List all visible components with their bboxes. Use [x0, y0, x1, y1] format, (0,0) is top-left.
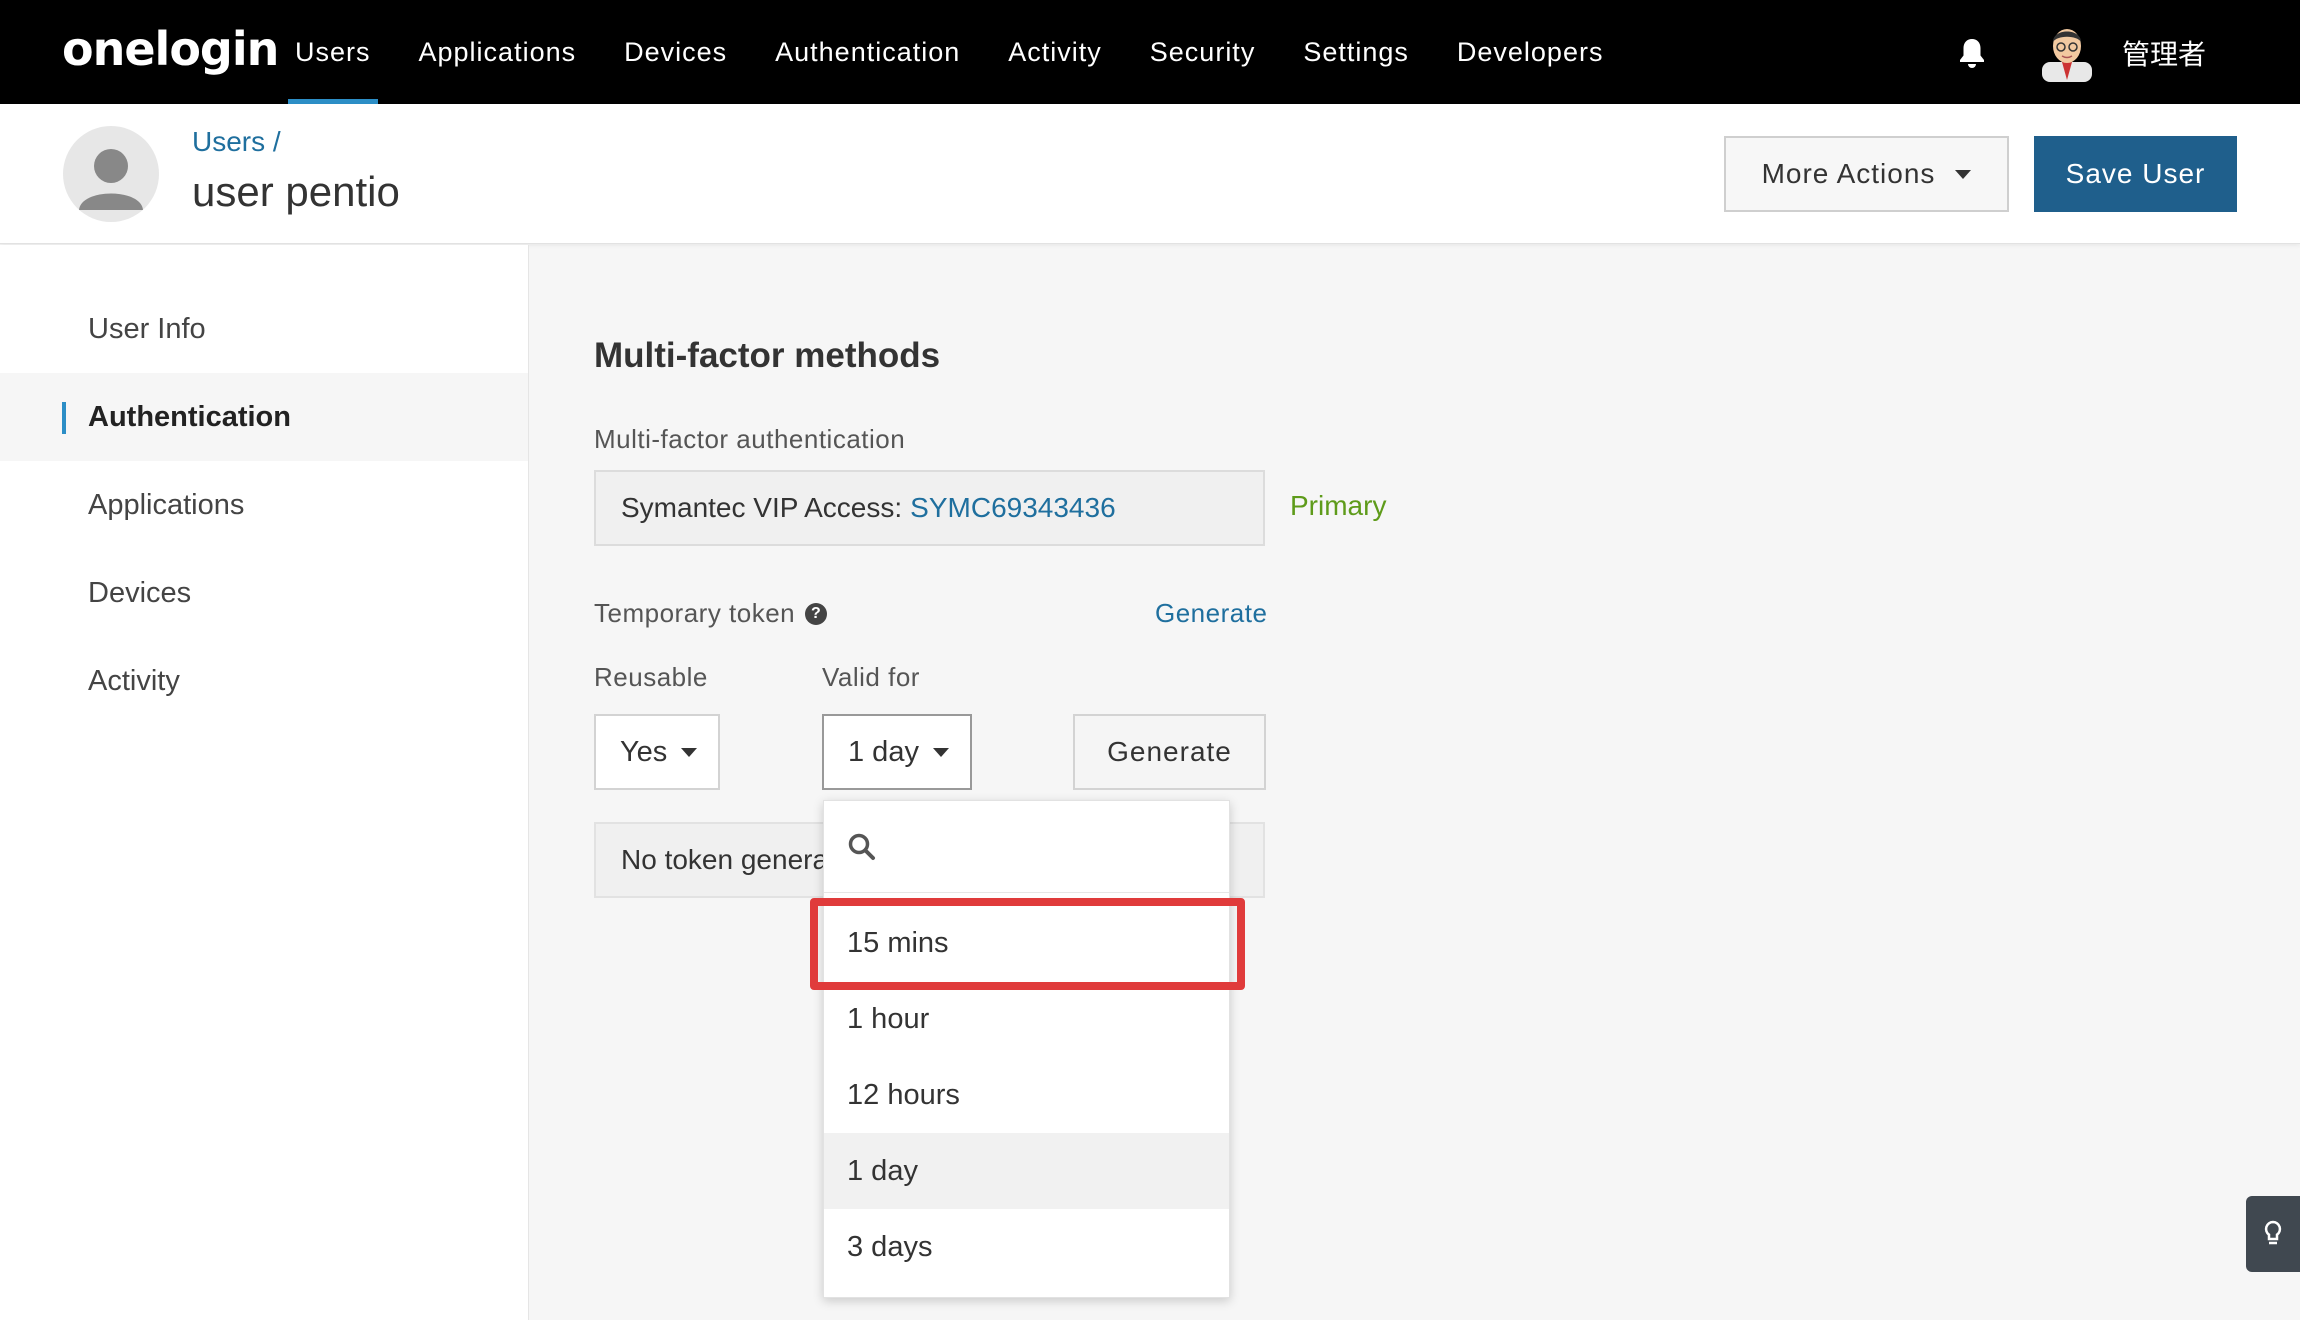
nav-item-settings[interactable]: Settings	[1279, 0, 1433, 104]
mfa-token-id[interactable]: SYMC69343436	[910, 492, 1115, 524]
nav-item-authentication[interactable]: Authentication	[751, 0, 984, 104]
main-nav: Users Applications Devices Authenticatio…	[271, 0, 1627, 104]
mfa-method-row[interactable]: Symantec VIP Access: SYMC69343436	[594, 470, 1265, 546]
more-actions-label: More Actions	[1761, 158, 1936, 189]
generate-link[interactable]: Generate	[1155, 598, 1267, 629]
mfa-device-label: Symantec VIP Access:	[621, 492, 903, 523]
valid-for-select[interactable]: 1 day	[822, 714, 972, 790]
valid-for-value: 1 day	[848, 735, 919, 768]
dropdown-option-1-day[interactable]: 1 day	[824, 1133, 1229, 1209]
search-icon	[848, 833, 875, 860]
admin-name[interactable]: 管理者	[2122, 33, 2206, 73]
nav-item-activity[interactable]: Activity	[984, 0, 1126, 104]
sidebar-item-applications[interactable]: Applications	[0, 461, 528, 549]
sidebar-item-activity[interactable]: Activity	[0, 637, 528, 725]
caret-down-icon	[681, 747, 698, 757]
dropdown-option-3-days[interactable]: 3 days	[824, 1209, 1229, 1285]
dropdown-search[interactable]	[824, 801, 1229, 893]
reusable-value: Yes	[620, 735, 668, 768]
sidebar-item-authentication[interactable]: Authentication	[0, 373, 528, 461]
caret-down-icon	[932, 747, 949, 757]
section-title: Multi-factor methods	[594, 336, 941, 375]
profile-avatar	[63, 126, 159, 222]
mfa-label: Multi-factor authentication	[594, 424, 906, 454]
temporary-token-text: Temporary token	[594, 598, 796, 628]
temporary-token-label: Temporary token ?	[594, 598, 828, 629]
lightbulb-icon	[2264, 1220, 2282, 1245]
admin-avatar[interactable]	[2042, 22, 2092, 82]
valid-for-label: Valid for	[822, 662, 920, 692]
caret-down-icon	[1955, 169, 1972, 179]
dropdown-option-1-hour[interactable]: 1 hour	[824, 981, 1229, 1057]
valid-for-dropdown: 15 mins 1 hour 12 hours 1 day 3 days	[823, 800, 1230, 1298]
top-nav-bar: onelogin Users Applications Devices Auth…	[0, 0, 2300, 104]
onelogin-logo[interactable]: onelogin	[62, 22, 279, 76]
reusable-select[interactable]: Yes	[594, 714, 720, 790]
page-title: user pentio	[192, 168, 400, 215]
nav-item-security[interactable]: Security	[1126, 0, 1280, 104]
reusable-label: Reusable	[594, 662, 708, 692]
nav-item-users[interactable]: Users	[271, 0, 395, 104]
nav-item-developers[interactable]: Developers	[1433, 0, 1628, 104]
save-user-button[interactable]: Save User	[2034, 136, 2237, 212]
breadcrumb[interactable]: Users /	[192, 126, 281, 158]
generate-button[interactable]: Generate	[1073, 714, 1266, 790]
dropdown-option-15-mins[interactable]: 15 mins	[824, 905, 1229, 981]
bell-icon[interactable]	[1956, 36, 1988, 70]
dropdown-option-12-hours[interactable]: 12 hours	[824, 1057, 1229, 1133]
nav-item-devices[interactable]: Devices	[600, 0, 751, 104]
more-actions-button[interactable]: More Actions	[1724, 136, 2009, 212]
page-header: Users / user pentio More Actions Save Us…	[0, 104, 2300, 244]
hint-button[interactable]	[2246, 1196, 2300, 1272]
question-circle-icon[interactable]: ?	[805, 602, 828, 625]
token-status-text: No token genera	[621, 844, 829, 875]
sidebar-item-devices[interactable]: Devices	[0, 549, 528, 637]
nav-item-applications[interactable]: Applications	[395, 0, 601, 104]
sidebar-item-user-info[interactable]: User Info	[0, 285, 528, 373]
primary-badge: Primary	[1290, 490, 1387, 521]
person-icon	[79, 149, 143, 210]
sidebar: User Info Authentication Applications De…	[0, 245, 529, 1320]
